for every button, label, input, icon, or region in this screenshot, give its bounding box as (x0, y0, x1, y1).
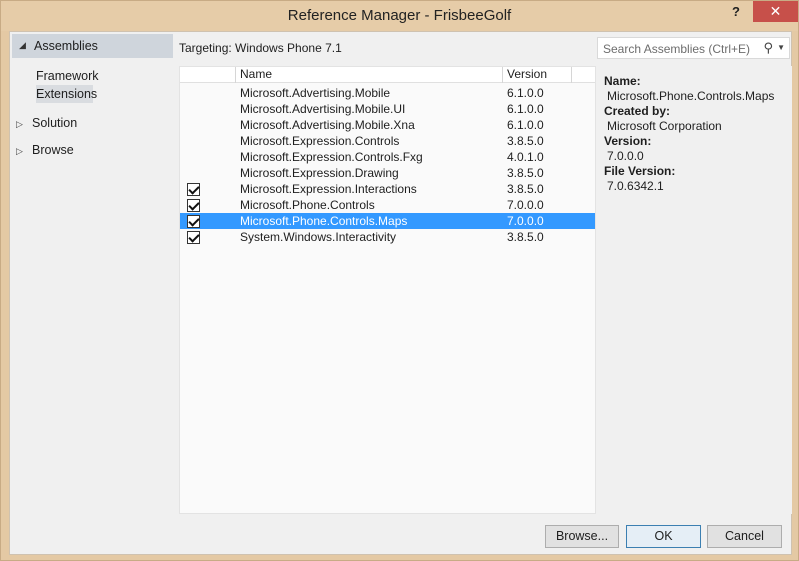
assembly-version: 7.0.0.0 (507, 214, 544, 228)
assembly-version: 7.0.0.0 (507, 198, 544, 212)
details-created-value: Microsoft Corporation (607, 119, 722, 133)
cancel-button[interactable]: Cancel (707, 525, 782, 548)
ok-button[interactable]: OK (626, 525, 701, 548)
window-title: Reference Manager - FrisbeeGolf (287, 7, 512, 24)
reference-manager-window: Reference Manager - FrisbeeGolf ? ✕ ◢ As… (0, 0, 799, 561)
search-icon[interactable]: ⚲ (763, 40, 773, 56)
search-placeholder: Search Assemblies (Ctrl+E) (603, 42, 751, 56)
table-row[interactable]: Microsoft.Expression.Controls.Fxg 4.0.1.0 (180, 149, 595, 165)
close-button[interactable]: ✕ (753, 1, 798, 22)
include-checkbox[interactable] (187, 183, 200, 196)
targeting-label: Targeting: Windows Phone 7.1 (179, 41, 342, 55)
assembly-version: 3.8.5.0 (507, 182, 544, 196)
dialog-client: ◢ Assemblies Framework Extensions ▷ Solut… (9, 31, 792, 555)
browse-button[interactable]: Browse... (545, 525, 619, 548)
assembly-version: 6.1.0.0 (507, 102, 544, 116)
details-file-version-value: 7.0.6342.1 (607, 179, 664, 193)
help-button[interactable]: ? (723, 1, 749, 22)
grid-header: Name Version (180, 67, 595, 83)
table-row[interactable]: Microsoft.Advertising.Mobile.Xna 6.1.0.0 (180, 117, 595, 133)
assembly-name: Microsoft.Advertising.Mobile (240, 86, 391, 100)
include-checkbox[interactable] (187, 231, 200, 244)
details-version-value: 7.0.0.0 (607, 149, 644, 163)
assembly-name: Microsoft.Advertising.Mobile.UI (240, 102, 406, 116)
nav-item-solution[interactable]: ▷ Solution (16, 116, 77, 134)
nav-item-assemblies[interactable]: ◢ Assemblies (12, 34, 173, 58)
table-row[interactable]: Microsoft.Advertising.Mobile.UI 6.1.0.0 (180, 101, 595, 117)
nav-item-label: Browse (32, 143, 74, 157)
expand-triangle-icon[interactable]: ▷ (16, 119, 32, 130)
details-name-value: Microsoft.Phone.Controls.Maps (607, 89, 775, 103)
column-header-name[interactable]: Name (236, 67, 503, 83)
details-created-label: Created by: (604, 104, 671, 118)
table-row[interactable]: Microsoft.Expression.Drawing 3.8.5.0 (180, 165, 595, 181)
details-file-version-label: File Version: (604, 164, 676, 178)
nav-panel: ◢ Assemblies Framework Extensions ▷ Solut… (10, 32, 175, 522)
details-version-label: Version: (604, 134, 652, 148)
assembly-version: 4.0.1.0 (507, 150, 544, 164)
assembly-name: Microsoft.Expression.Drawing (240, 166, 399, 180)
column-header-check[interactable] (180, 67, 236, 83)
assembly-version: 3.8.5.0 (507, 134, 544, 148)
assembly-name: Microsoft.Expression.Controls (240, 134, 400, 148)
include-checkbox[interactable] (187, 215, 200, 228)
assemblies-grid[interactable]: Name Version Microsoft.Advertising.Mobil… (179, 66, 596, 514)
expand-triangle-icon[interactable]: ▷ (16, 146, 32, 157)
nav-item-label: Assemblies (34, 39, 98, 53)
assembly-name: Microsoft.Expression.Controls.Fxg (240, 150, 423, 164)
nav-item-browse[interactable]: ▷ Browse (16, 143, 74, 161)
include-checkbox[interactable] (187, 199, 200, 212)
table-row[interactable]: Microsoft.Advertising.Mobile 6.1.0.0 (180, 85, 595, 101)
table-row[interactable]: Microsoft.Phone.Controls.Maps 7.0.0.0 (180, 213, 595, 229)
table-row[interactable]: Microsoft.Expression.Controls 3.8.5.0 (180, 133, 595, 149)
assembly-version: 3.8.5.0 (507, 166, 544, 180)
assembly-name: Microsoft.Advertising.Mobile.Xna (240, 118, 415, 132)
assembly-name: Microsoft.Phone.Controls.Maps (240, 214, 408, 228)
assembly-name: System.Windows.Interactivity (240, 230, 397, 244)
nav-item-label: Solution (32, 116, 78, 130)
details-name-label: Name: (604, 74, 641, 88)
table-row[interactable]: Microsoft.Phone.Controls 7.0.0.0 (180, 197, 595, 213)
assembly-version: 3.8.5.0 (507, 230, 544, 244)
collapse-triangle-icon[interactable]: ◢ (19, 40, 26, 51)
chevron-down-icon[interactable]: ▼ (777, 43, 785, 52)
assembly-version: 6.1.0.0 (507, 118, 544, 132)
search-input[interactable]: Search Assemblies (Ctrl+E) ⚲ ▼ (597, 37, 790, 59)
assembly-name: Microsoft.Expression.Interactions (240, 182, 417, 196)
nav-item-framework[interactable]: Framework (36, 67, 99, 85)
assembly-name: Microsoft.Phone.Controls (240, 198, 375, 212)
details-pane: Name: Microsoft.Phone.Controls.Maps Crea… (597, 66, 792, 514)
title-bar: Reference Manager - FrisbeeGolf ? ✕ (1, 1, 798, 31)
assembly-version: 6.1.0.0 (507, 86, 544, 100)
nav-item-extensions[interactable]: Extensions (36, 85, 97, 103)
table-row[interactable]: Microsoft.Expression.Interactions 3.8.5.0 (180, 181, 595, 197)
table-row[interactable]: System.Windows.Interactivity 3.8.5.0 (180, 229, 595, 245)
column-header-version[interactable]: Version (503, 67, 572, 83)
